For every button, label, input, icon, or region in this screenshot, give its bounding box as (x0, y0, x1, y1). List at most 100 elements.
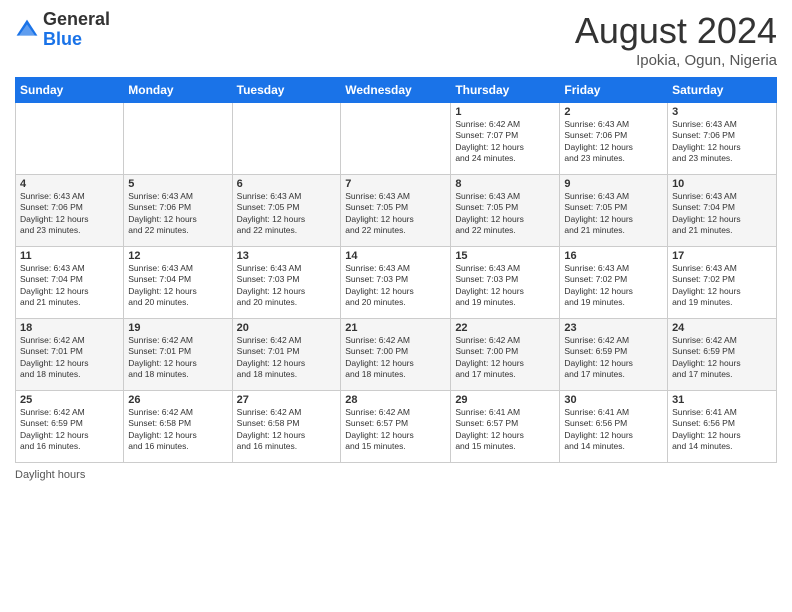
day-number: 5 (128, 178, 227, 190)
day-number: 30 (564, 394, 663, 406)
day-info: Sunrise: 6:43 AM Sunset: 7:04 PM Dayligh… (128, 263, 227, 309)
week-row-1: 1Sunrise: 6:42 AM Sunset: 7:07 PM Daylig… (16, 103, 777, 175)
calendar-cell: 30Sunrise: 6:41 AM Sunset: 6:56 PM Dayli… (560, 391, 668, 463)
day-info: Sunrise: 6:42 AM Sunset: 6:58 PM Dayligh… (237, 407, 337, 453)
day-info: Sunrise: 6:42 AM Sunset: 7:00 PM Dayligh… (455, 335, 555, 381)
weekday-header-sunday: Sunday (16, 78, 124, 103)
day-info: Sunrise: 6:43 AM Sunset: 7:03 PM Dayligh… (237, 263, 337, 309)
day-info: Sunrise: 6:43 AM Sunset: 7:05 PM Dayligh… (455, 191, 555, 237)
calendar-cell: 21Sunrise: 6:42 AM Sunset: 7:00 PM Dayli… (341, 319, 451, 391)
calendar-cell: 25Sunrise: 6:42 AM Sunset: 6:59 PM Dayli… (16, 391, 124, 463)
calendar-cell: 11Sunrise: 6:43 AM Sunset: 7:04 PM Dayli… (16, 247, 124, 319)
day-info: Sunrise: 6:43 AM Sunset: 7:06 PM Dayligh… (128, 191, 227, 237)
day-info: Sunrise: 6:42 AM Sunset: 7:01 PM Dayligh… (128, 335, 227, 381)
calendar-cell: 10Sunrise: 6:43 AM Sunset: 7:04 PM Dayli… (668, 175, 777, 247)
calendar-cell: 20Sunrise: 6:42 AM Sunset: 7:01 PM Dayli… (232, 319, 341, 391)
day-info: Sunrise: 6:43 AM Sunset: 7:04 PM Dayligh… (20, 263, 119, 309)
day-info: Sunrise: 6:41 AM Sunset: 6:56 PM Dayligh… (564, 407, 663, 453)
day-info: Sunrise: 6:42 AM Sunset: 6:57 PM Dayligh… (345, 407, 446, 453)
day-number: 18 (20, 322, 119, 334)
week-row-2: 4 Sunrise: 6:43 AM Sunset: 7:06 PM Daylig… (16, 175, 777, 247)
weekday-header-tuesday: Tuesday (232, 78, 341, 103)
daylight-label: Daylight hours (15, 469, 85, 481)
calendar-cell: 17Sunrise: 6:43 AM Sunset: 7:02 PM Dayli… (668, 247, 777, 319)
day-number: 11 (20, 250, 119, 262)
weekday-header-monday: Monday (124, 78, 232, 103)
calendar-cell (16, 103, 124, 175)
day-number: 15 (455, 250, 555, 262)
day-number: 23 (564, 322, 663, 334)
day-info: Sunrise: 6:42 AM Sunset: 6:59 PM Dayligh… (564, 335, 663, 381)
day-info: Sunrise: 6:43 AM Sunset: 7:05 PM Dayligh… (345, 191, 446, 237)
day-number: 6 (237, 178, 337, 190)
calendar-cell: 28Sunrise: 6:42 AM Sunset: 6:57 PM Dayli… (341, 391, 451, 463)
day-number: 13 (237, 250, 337, 262)
calendar-cell: 22Sunrise: 6:42 AM Sunset: 7:00 PM Dayli… (451, 319, 560, 391)
day-number: 27 (237, 394, 337, 406)
calendar-header: SundayMondayTuesdayWednesdayThursdayFrid… (16, 78, 777, 103)
month-year-title: August 2024 (575, 10, 777, 52)
day-info: Sunrise: 6:42 AM Sunset: 7:01 PM Dayligh… (237, 335, 337, 381)
day-number: 21 (345, 322, 446, 334)
calendar-cell (124, 103, 232, 175)
calendar-cell: 15Sunrise: 6:43 AM Sunset: 7:03 PM Dayli… (451, 247, 560, 319)
calendar-table: SundayMondayTuesdayWednesdayThursdayFrid… (15, 77, 777, 463)
week-row-3: 11Sunrise: 6:43 AM Sunset: 7:04 PM Dayli… (16, 247, 777, 319)
week-row-5: 25Sunrise: 6:42 AM Sunset: 6:59 PM Dayli… (16, 391, 777, 463)
logo: General Blue (15, 10, 110, 50)
day-number: 14 (345, 250, 446, 262)
calendar-cell: 6Sunrise: 6:43 AM Sunset: 7:05 PM Daylig… (232, 175, 341, 247)
calendar-cell: 9Sunrise: 6:43 AM Sunset: 7:05 PM Daylig… (560, 175, 668, 247)
calendar-cell: 5Sunrise: 6:43 AM Sunset: 7:06 PM Daylig… (124, 175, 232, 247)
day-number: 28 (345, 394, 446, 406)
day-number: 22 (455, 322, 555, 334)
title-block: August 2024 Ipokia, Ogun, Nigeria (575, 10, 777, 69)
calendar-cell: 19Sunrise: 6:42 AM Sunset: 7:01 PM Dayli… (124, 319, 232, 391)
calendar-cell: 3Sunrise: 6:43 AM Sunset: 7:06 PM Daylig… (668, 103, 777, 175)
day-info: Sunrise: 6:42 AM Sunset: 7:07 PM Dayligh… (455, 119, 555, 165)
day-number: 9 (564, 178, 663, 190)
day-info: Sunrise: 6:41 AM Sunset: 6:56 PM Dayligh… (672, 407, 772, 453)
calendar-cell: 27Sunrise: 6:42 AM Sunset: 6:58 PM Dayli… (232, 391, 341, 463)
footer: Daylight hours (15, 469, 777, 481)
calendar-cell: 24Sunrise: 6:42 AM Sunset: 6:59 PM Dayli… (668, 319, 777, 391)
day-number: 26 (128, 394, 227, 406)
day-info: Sunrise: 6:42 AM Sunset: 6:58 PM Dayligh… (128, 407, 227, 453)
day-info: Sunrise: 6:42 AM Sunset: 6:59 PM Dayligh… (672, 335, 772, 381)
calendar-cell: 2Sunrise: 6:43 AM Sunset: 7:06 PM Daylig… (560, 103, 668, 175)
day-info: Sunrise: 6:43 AM Sunset: 7:02 PM Dayligh… (564, 263, 663, 309)
logo-general-text: General (43, 10, 110, 30)
weekday-header-saturday: Saturday (668, 78, 777, 103)
day-number: 4 (20, 178, 119, 190)
logo-text: General Blue (43, 10, 110, 50)
day-number: 1 (455, 106, 555, 118)
calendar-cell: 8Sunrise: 6:43 AM Sunset: 7:05 PM Daylig… (451, 175, 560, 247)
weekday-header-friday: Friday (560, 78, 668, 103)
day-info: Sunrise: 6:43 AM Sunset: 7:03 PM Dayligh… (345, 263, 446, 309)
logo-blue-text: Blue (43, 30, 110, 50)
calendar-cell (232, 103, 341, 175)
day-number: 3 (672, 106, 772, 118)
day-info: Sunrise: 6:43 AM Sunset: 7:06 PM Dayligh… (672, 119, 772, 165)
header: General Blue August 2024 Ipokia, Ogun, N… (15, 10, 777, 69)
day-info: Sunrise: 6:41 AM Sunset: 6:57 PM Dayligh… (455, 407, 555, 453)
day-number: 7 (345, 178, 446, 190)
day-number: 25 (20, 394, 119, 406)
day-info: Sunrise: 6:42 AM Sunset: 7:01 PM Dayligh… (20, 335, 119, 381)
day-number: 8 (455, 178, 555, 190)
day-info: Sunrise: 6:43 AM Sunset: 7:02 PM Dayligh… (672, 263, 772, 309)
calendar-cell: 12Sunrise: 6:43 AM Sunset: 7:04 PM Dayli… (124, 247, 232, 319)
calendar-cell: 4Sunrise: 6:43 AM Sunset: 7:06 PM Daylig… (16, 175, 124, 247)
calendar-cell (341, 103, 451, 175)
page: General Blue August 2024 Ipokia, Ogun, N… (0, 0, 792, 612)
day-info: Sunrise: 6:43 AM Sunset: 7:05 PM Dayligh… (564, 191, 663, 237)
calendar-cell: 23Sunrise: 6:42 AM Sunset: 6:59 PM Dayli… (560, 319, 668, 391)
calendar-cell: 29Sunrise: 6:41 AM Sunset: 6:57 PM Dayli… (451, 391, 560, 463)
day-info: Sunrise: 6:42 AM Sunset: 6:59 PM Dayligh… (20, 407, 119, 453)
day-number: 29 (455, 394, 555, 406)
day-number: 24 (672, 322, 772, 334)
day-number: 19 (128, 322, 227, 334)
day-number: 20 (237, 322, 337, 334)
calendar-cell: 18Sunrise: 6:42 AM Sunset: 7:01 PM Dayli… (16, 319, 124, 391)
weekday-header-thursday: Thursday (451, 78, 560, 103)
